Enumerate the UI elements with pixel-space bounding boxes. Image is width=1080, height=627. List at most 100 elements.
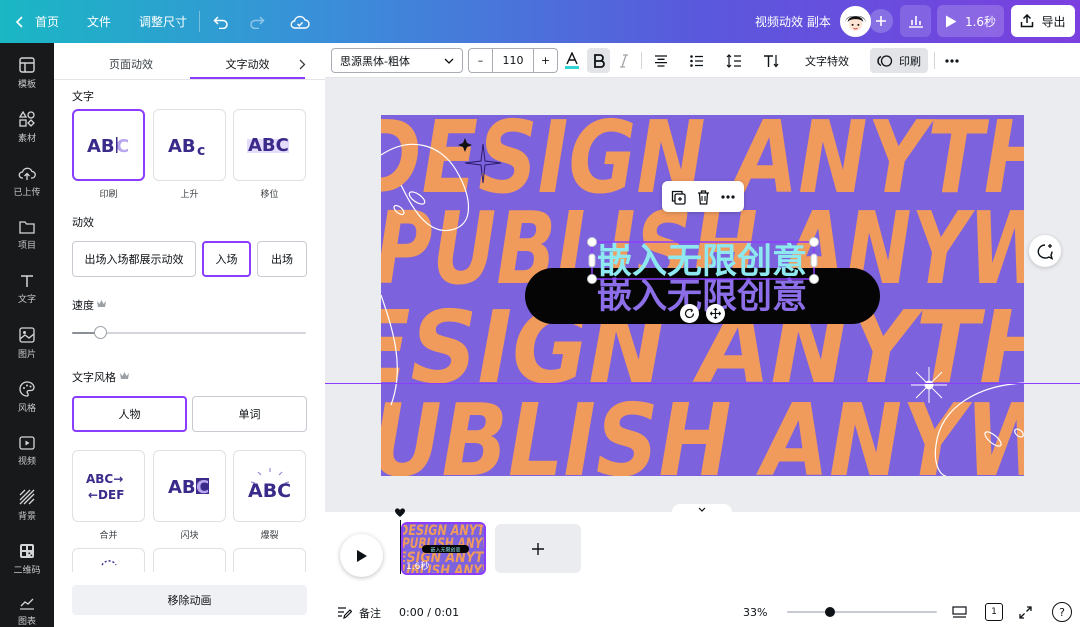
font-size-stepper[interactable]: – 110 +	[468, 48, 558, 73]
text-color-button[interactable]	[561, 48, 583, 73]
align-button[interactable]	[650, 48, 672, 73]
help-icon: ?	[1059, 605, 1065, 619]
more-options-button[interactable]	[940, 48, 964, 73]
plus-icon	[876, 16, 886, 26]
rail-item-qrcode[interactable]: 二维码	[0, 532, 54, 586]
delete-button[interactable]	[693, 187, 713, 207]
anim-option-rise[interactable]: AB c	[153, 109, 226, 181]
cloud-check-icon	[290, 15, 310, 29]
style-word-button[interactable]: 单词	[192, 396, 307, 432]
rail-label: 素材	[17, 133, 36, 144]
page-count-button[interactable]: 1	[985, 603, 1003, 621]
rail-item-videos[interactable]: 视频	[0, 424, 54, 478]
anim-option-partial[interactable]	[72, 548, 145, 572]
rail-item-charts[interactable]: 图表	[0, 586, 54, 627]
shapes-icon	[19, 110, 35, 127]
vertical-text-button[interactable]	[760, 48, 782, 73]
fullscreen-button[interactable]	[1016, 603, 1034, 621]
comment-button[interactable]	[1029, 235, 1061, 267]
anim-option-merge[interactable]: ABC→ ←DEF	[72, 450, 145, 522]
remove-animation-button[interactable]: 移除动画	[72, 585, 307, 615]
selected-text-element[interactable]: 嵌入无限创意	[597, 242, 807, 282]
svg-text:嵌入无限创意: 嵌入无限创意	[430, 547, 460, 554]
rail-item-uploads[interactable]: 已上传	[0, 154, 54, 208]
rail-item-templates[interactable]: 模板	[0, 46, 54, 100]
rail-item-photos[interactable]: 图片	[0, 316, 54, 370]
typewriter-preview-icon: AB C	[87, 136, 129, 156]
svg-text:C: C	[196, 477, 209, 498]
animate-button[interactable]: 印刷	[870, 48, 928, 73]
speed-slider-handle[interactable]	[94, 326, 108, 339]
play-preview-button[interactable]: 1.6秒	[937, 5, 1004, 37]
rail-label: 图片	[17, 349, 36, 360]
bold-icon	[593, 53, 605, 68]
redo-button[interactable]	[246, 11, 268, 32]
document-title[interactable]: 视频动效 副本	[755, 0, 831, 43]
move-arrows-icon	[710, 308, 721, 319]
play-icon	[356, 549, 367, 562]
anim-option-shift[interactable]: ABC	[233, 109, 306, 181]
text-effects-button[interactable]: 文字特效	[795, 48, 859, 73]
anim-option-typewriter[interactable]: AB C	[72, 109, 145, 181]
anim-option-label: 闪块	[180, 531, 199, 541]
insights-button[interactable]	[900, 5, 931, 37]
add-collaborator-button[interactable]	[869, 9, 893, 33]
help-button[interactable]: ?	[1052, 602, 1072, 622]
timeline: DESIGN ANYTH PUBLISH ANYW ESIGN ANYTH UB…	[325, 508, 1080, 598]
effect-in-button[interactable]: 入场	[202, 241, 251, 277]
font-size-value[interactable]: 110	[493, 54, 533, 67]
merge-preview-icon: ABC→ ←DEF	[86, 472, 124, 502]
play-button[interactable]	[340, 534, 383, 577]
style-character-button[interactable]: 人物	[72, 396, 187, 432]
speed-slider-track[interactable]	[72, 332, 306, 334]
spacing-button[interactable]	[723, 48, 745, 73]
tab-text-animation[interactable]: 文字动效	[190, 49, 305, 79]
add-page-button[interactable]	[495, 524, 581, 573]
anim-option-partial[interactable]	[153, 548, 226, 572]
zoom-slider-handle[interactable]	[825, 607, 836, 617]
zoom-slider-track[interactable]	[787, 611, 937, 613]
font-size-increase-button[interactable]: +	[533, 49, 557, 72]
anim-option-burst[interactable]: ABC	[233, 450, 306, 522]
pill-text[interactable]: 嵌入无限创意	[597, 277, 807, 317]
list-button[interactable]	[686, 48, 708, 73]
file-menu[interactable]: 文件	[87, 0, 111, 43]
effect-out-button[interactable]: 出场	[257, 241, 307, 277]
resize-menu[interactable]: 调整尺寸	[139, 0, 187, 43]
home-button[interactable]: 首页	[14, 0, 59, 43]
redo-icon	[250, 15, 265, 29]
font-family-select[interactable]: 思源黑体-粗体	[331, 48, 463, 73]
italic-button[interactable]	[613, 48, 635, 73]
tabs-next-button[interactable]	[294, 55, 310, 73]
template-icon	[19, 56, 35, 73]
bottom-bar: 备注 0:00 / 0:01 33% 1 ?	[325, 598, 1080, 627]
anim-option-partial[interactable]	[233, 548, 306, 572]
duplicate-button[interactable]	[668, 187, 688, 207]
undo-button[interactable]	[210, 11, 232, 32]
timeline-page-thumbnail[interactable]: DESIGN ANYTH PUBLISH ANYW ESIGN ANYTH UB…	[401, 522, 486, 575]
export-button[interactable]: 导出	[1011, 5, 1075, 37]
bold-button[interactable]	[587, 48, 610, 73]
notes-button[interactable]: 备注	[337, 598, 381, 627]
rail-item-styles[interactable]: 风格	[0, 370, 54, 424]
page-view-button[interactable]	[950, 603, 968, 621]
effect-both-button[interactable]: 出场入场都展示动效	[72, 241, 196, 277]
rail-item-projects[interactable]: 项目	[0, 208, 54, 262]
duplicate-icon	[671, 190, 686, 205]
avatar[interactable]	[840, 6, 871, 37]
tab-page-animation[interactable]: 页面动效	[68, 49, 194, 79]
anim-option-label: 上升	[180, 190, 199, 200]
block-preview-icon: AB C	[168, 477, 209, 498]
rail-item-backgrounds[interactable]: 背景	[0, 478, 54, 532]
thumbnail-duration: 1.6秒	[406, 562, 430, 572]
anim-option-block[interactable]: AB C	[153, 450, 226, 522]
font-size-decrease-button[interactable]: –	[469, 49, 493, 72]
cloud-save-button[interactable]	[288, 11, 312, 32]
more-button[interactable]	[718, 187, 738, 207]
rotate-handle[interactable]	[680, 304, 699, 323]
design-page[interactable]: DESIGN ANYTH PUBLISH ANYW ESIGN ANYTH UB…	[381, 115, 1024, 476]
move-handle[interactable]	[706, 304, 725, 323]
rail-item-elements[interactable]: 素材	[0, 100, 54, 154]
rail-item-text[interactable]: 文字	[0, 262, 54, 316]
svg-text:AB: AB	[168, 477, 196, 498]
